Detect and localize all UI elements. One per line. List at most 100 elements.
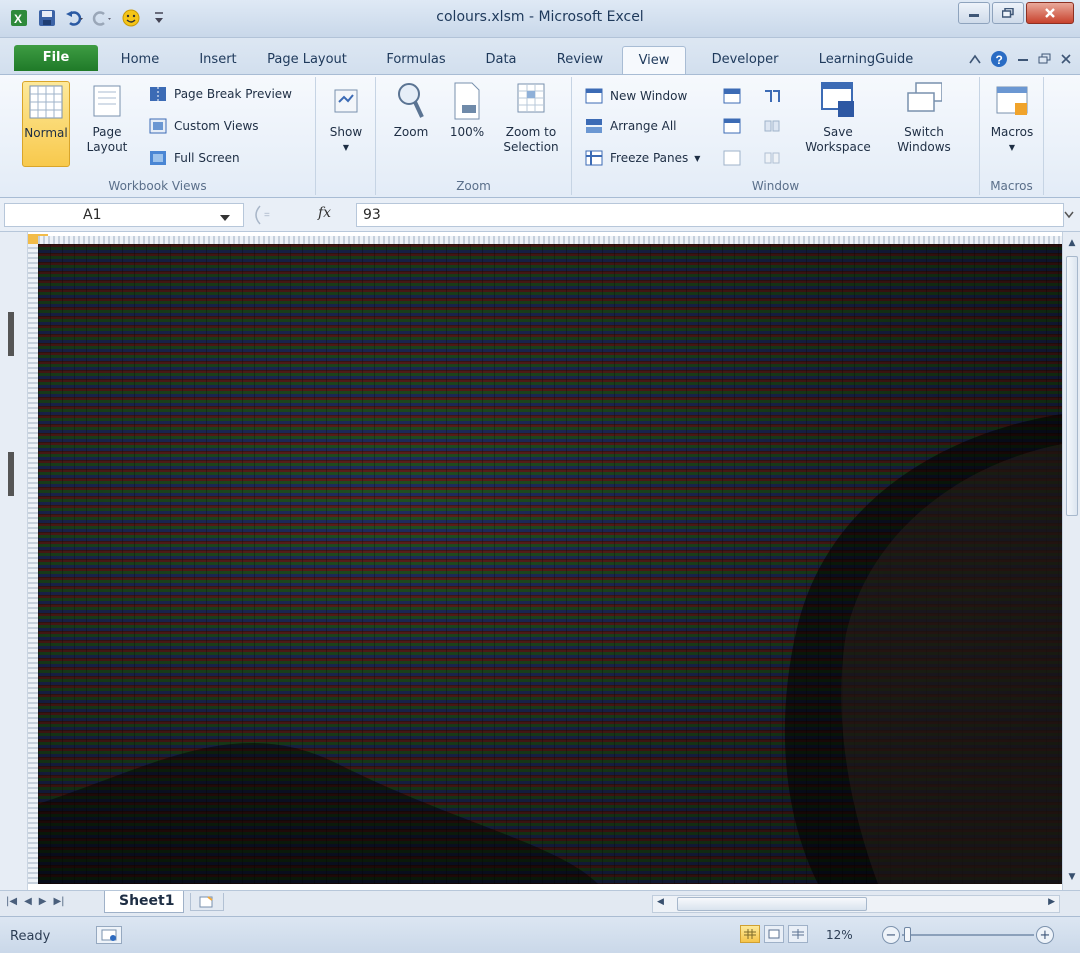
insert-function-icon[interactable]: fx (318, 205, 331, 221)
sheet-tab-bar: |◀ ◀ ▶ ▶| Sheet1 ◀ ▶ (0, 890, 1080, 916)
page-break-preview-button[interactable]: Page Break Preview (148, 85, 292, 103)
sheet-tab-sheet1[interactable]: Sheet1 (104, 891, 184, 913)
page-layout-view-button[interactable]: Page Layout (80, 81, 134, 155)
zoom-to-selection-icon (513, 81, 549, 121)
ribbon-tabs: File Home Insert Page Layout Formulas Da… (0, 38, 1080, 74)
tab-view[interactable]: View (622, 46, 686, 74)
worksheet-grid: ▲ ▼ (0, 232, 1080, 890)
excel-logo-icon[interactable]: X (8, 7, 30, 29)
cell-area[interactable] (38, 244, 1062, 884)
arrange-all-button[interactable]: Arrange All (584, 117, 677, 135)
scroll-right-icon[interactable]: ▶ (1048, 897, 1055, 907)
zoom-100-button[interactable]: 100% (444, 81, 490, 140)
scroll-up-icon[interactable]: ▲ (1067, 238, 1077, 248)
group-window: New Window Arrange All Freeze Panes ▼ Sa… (572, 77, 980, 195)
unhide-window-icon (722, 149, 742, 167)
tab-home[interactable]: Home (110, 46, 170, 74)
name-box[interactable]: A1 (4, 203, 244, 227)
freeze-panes-button[interactable]: Freeze Panes ▼ (584, 149, 700, 167)
zoom-button[interactable]: Zoom (386, 81, 436, 140)
vertical-scroll-thumb[interactable] (1066, 256, 1078, 516)
formula-bar: A1 = fx 93 (0, 198, 1080, 232)
macros-label: Macros (990, 125, 1034, 139)
normal-view-button[interactable]: Normal (22, 81, 70, 167)
new-window-label: New Window (610, 89, 688, 103)
group-workbook-views: Normal Page Layout Page Break Preview Cu… (0, 77, 316, 195)
quick-access-toolbar: X (8, 7, 170, 29)
hide-window-icon (722, 117, 742, 135)
group-label-zoom: Zoom (456, 179, 491, 193)
tab-page-layout[interactable]: Page Layout (260, 46, 354, 74)
colored-cells-image (38, 244, 1062, 884)
view-side-by-side-button[interactable] (762, 87, 782, 105)
new-window-button[interactable]: New Window (584, 87, 687, 105)
column-headers[interactable] (38, 236, 1062, 244)
workbook-minimize-icon[interactable] (1016, 53, 1030, 69)
scroll-down-icon[interactable]: ▼ (1067, 872, 1077, 882)
minimize-ribbon-icon[interactable] (968, 53, 982, 69)
zoom-slider-track[interactable] (902, 934, 1034, 936)
tab-insert[interactable]: Insert (188, 46, 248, 74)
zoom-out-icon[interactable]: − (882, 926, 900, 944)
workbook-close-icon[interactable] (1060, 53, 1072, 69)
horizontal-scroll-thumb[interactable] (677, 897, 867, 911)
split-button[interactable] (722, 87, 742, 105)
page-layout-status-icon[interactable] (764, 925, 784, 943)
vertical-scrollbar[interactable]: ▲ ▼ (1062, 232, 1080, 890)
tab-data[interactable]: Data (476, 46, 526, 74)
page-break-preview-label: Page Break Preview (174, 87, 292, 101)
scroll-left-icon[interactable]: ◀ (657, 897, 664, 907)
left-window-edge (0, 232, 28, 890)
help-icon[interactable]: ? (990, 50, 1008, 72)
reset-window-position-button[interactable] (762, 149, 782, 167)
workbook-restore-icon[interactable] (1038, 53, 1052, 69)
insert-sheet-icon[interactable] (190, 893, 224, 911)
switch-windows-button[interactable]: Switch Windows (882, 81, 966, 155)
formula-input[interactable]: 93 (356, 203, 1064, 227)
restore-icon[interactable] (992, 2, 1024, 24)
minimize-icon[interactable] (958, 2, 990, 24)
prev-sheet-icon[interactable]: ◀ (24, 896, 32, 907)
page-break-status-icon[interactable] (788, 925, 808, 943)
side-by-side-icon (762, 87, 782, 105)
horizontal-scrollbar[interactable]: ◀ ▶ (652, 895, 1060, 913)
name-box-dropdown-icon[interactable] (220, 210, 230, 225)
tab-file[interactable]: File (14, 45, 98, 71)
undo-icon[interactable] (64, 7, 86, 29)
show-button[interactable]: Show ▼ (324, 81, 368, 155)
zoom-in-icon[interactable]: + (1036, 926, 1054, 944)
zoom-to-selection-button[interactable]: Zoom to Selection (498, 81, 564, 155)
redo-icon[interactable] (92, 7, 114, 29)
magnifier-icon (393, 81, 429, 121)
zoom-slider-thumb[interactable] (904, 927, 911, 942)
close-icon[interactable] (1026, 2, 1074, 24)
save-workspace-button[interactable]: Save Workspace (798, 81, 878, 155)
tab-review[interactable]: Review (548, 46, 612, 74)
normal-view-status-icon[interactable] (740, 925, 760, 943)
record-macro-icon[interactable] (96, 926, 122, 944)
unhide-button[interactable] (722, 149, 742, 167)
first-sheet-icon[interactable]: |◀ (6, 896, 17, 907)
tab-developer[interactable]: Developer (700, 46, 790, 74)
customize-qat-icon[interactable] (148, 7, 170, 29)
zoom-to-selection-label: Zoom to Selection (503, 125, 559, 154)
synchronous-scrolling-button[interactable] (762, 117, 782, 135)
custom-views-button[interactable]: Custom Views (148, 117, 259, 135)
switch-windows-label: Switch Windows (897, 125, 951, 154)
next-sheet-icon[interactable]: ▶ (39, 896, 47, 907)
tab-formulas[interactable]: Formulas (378, 46, 454, 74)
row-headers[interactable] (28, 244, 38, 884)
full-screen-button[interactable]: Full Screen (148, 149, 240, 167)
last-sheet-icon[interactable]: ▶| (53, 896, 64, 907)
macros-button[interactable]: Macros ▼ (986, 81, 1038, 155)
expand-formula-bar-icon[interactable] (1062, 203, 1076, 227)
save-icon[interactable] (36, 7, 58, 29)
svg-text:=: = (264, 210, 270, 221)
status-ready: Ready (10, 929, 51, 944)
tab-learningguide[interactable]: LearningGuide (806, 46, 926, 74)
hide-button[interactable] (722, 117, 742, 135)
group-macros: Macros ▼ Macros (980, 77, 1044, 195)
group-show: Show ▼ (316, 77, 376, 195)
smiley-macro-icon[interactable] (120, 7, 142, 29)
zoom-percent[interactable]: 12% (826, 928, 853, 942)
